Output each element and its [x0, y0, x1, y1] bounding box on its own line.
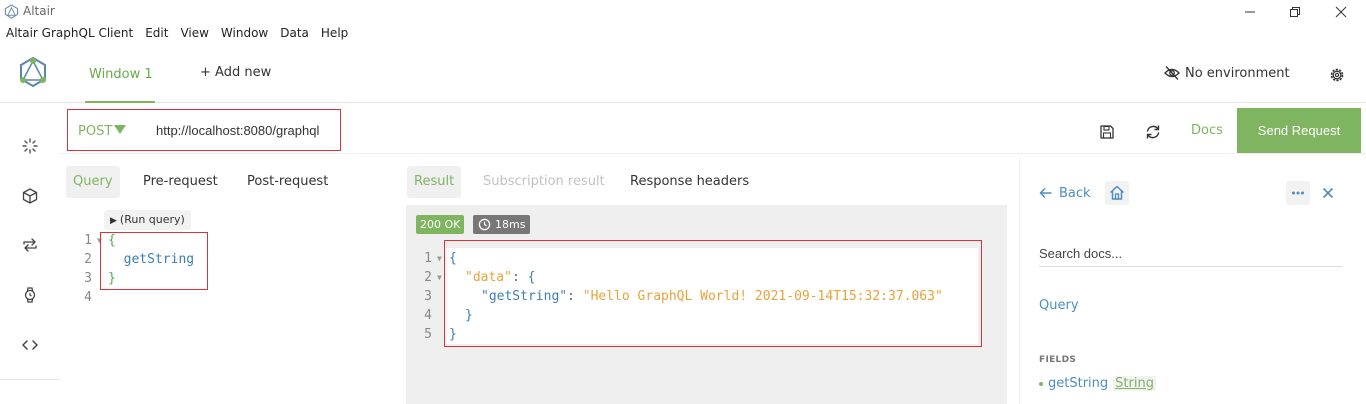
left-sidebar	[0, 104, 60, 380]
field-name-link[interactable]: getString	[1048, 376, 1108, 391]
line-number: 3	[424, 289, 432, 304]
restore-icon	[1290, 6, 1300, 17]
send-request-button[interactable]: Send Request	[1237, 108, 1361, 153]
add-window-button[interactable]: + Add new	[200, 65, 271, 80]
docs-close-button[interactable]	[1316, 181, 1340, 205]
repeat-icon[interactable]	[21, 236, 39, 254]
menu-window[interactable]: Window	[215, 23, 274, 43]
field-type-link[interactable]: String	[1113, 376, 1156, 391]
line-number: 2	[84, 252, 92, 267]
docs-button[interactable]: Docs	[1191, 123, 1223, 138]
environment-selector[interactable]: No environment	[1163, 64, 1290, 82]
menu-edit[interactable]: Edit	[139, 23, 174, 43]
highlight-box-result	[444, 240, 982, 347]
menu-bar: Altair GraphQL Client Edit View Window D…	[0, 23, 354, 43]
eye-slash-icon	[1164, 66, 1180, 80]
home-icon	[1109, 185, 1125, 200]
line-number: 4	[424, 308, 432, 323]
minimize-icon	[1245, 11, 1255, 12]
tab-subscription-result: Subscription result	[483, 174, 605, 189]
line-number: 2	[424, 270, 432, 285]
clock-icon	[478, 218, 491, 231]
app-header: Window 1 + Add new No environment	[0, 47, 1366, 103]
altair-logo-icon	[20, 56, 46, 88]
active-tab-indicator	[85, 101, 155, 103]
tab-post-request[interactable]: Post-request	[240, 166, 335, 198]
box-icon[interactable]	[21, 187, 39, 205]
line-number: 3	[84, 271, 92, 286]
play-icon: ▶	[110, 216, 117, 226]
refresh-icon[interactable]	[1144, 123, 1162, 141]
line-number: 1	[424, 251, 432, 266]
menu-altair[interactable]: Altair GraphQL Client	[0, 23, 139, 43]
window-tab[interactable]: Window 1	[85, 47, 155, 103]
tab-response-headers[interactable]: Response headers	[623, 166, 756, 198]
docs-back-button[interactable]: Back	[1039, 181, 1091, 205]
menu-data[interactable]: Data	[274, 23, 315, 43]
close-window-button[interactable]	[1318, 0, 1364, 23]
run-query-button[interactable]: ▶ (Run query)	[104, 210, 191, 230]
back-label: Back	[1059, 185, 1091, 201]
watch-icon[interactable]	[21, 286, 39, 304]
window-tab-label: Window 1	[89, 67, 153, 82]
highlight-box-query	[100, 232, 208, 290]
docs-root-type-link[interactable]: Query	[1039, 298, 1079, 313]
highlight-box-url	[67, 109, 341, 151]
tab-query[interactable]: Query	[66, 166, 120, 198]
docs-search-input[interactable]	[1039, 241, 1342, 267]
fold-arrow-icon[interactable]: ▼	[437, 268, 442, 287]
bullet-icon	[1039, 381, 1043, 386]
close-icon	[1322, 187, 1334, 199]
line-number: 1	[84, 233, 92, 248]
fold-arrow-icon[interactable]: ▼	[437, 249, 442, 268]
title-bar: Altair	[0, 0, 1366, 23]
tab-pre-request[interactable]: Pre-request	[136, 166, 225, 198]
arrow-left-icon	[1039, 187, 1052, 199]
more-horizontal-icon	[1292, 191, 1304, 195]
environment-label: No environment	[1185, 65, 1290, 81]
status-badge: 200 OK	[416, 215, 465, 234]
menu-view[interactable]: View	[174, 23, 214, 43]
loading-spinner-icon[interactable]	[21, 137, 39, 155]
docs-home-button[interactable]	[1105, 181, 1129, 205]
run-query-label: (Run query)	[119, 213, 185, 226]
docs-more-button[interactable]	[1286, 181, 1310, 205]
response-time-badge: 18ms	[473, 215, 531, 234]
menu-help[interactable]: Help	[315, 23, 354, 43]
gear-icon[interactable]	[1328, 66, 1346, 84]
docs-field-item: getString String	[1039, 376, 1156, 391]
tab-result[interactable]: Result	[407, 166, 462, 198]
request-bar: POST Docs Send Request	[60, 104, 1366, 154]
line-number: 5	[424, 327, 432, 342]
close-icon	[1335, 6, 1347, 17]
line-number: 4	[84, 290, 92, 305]
response-time-label: 18ms	[495, 218, 526, 231]
save-icon[interactable]	[1098, 123, 1116, 141]
restore-button[interactable]	[1272, 0, 1318, 23]
minimize-button[interactable]	[1227, 0, 1273, 23]
altair-app-icon	[4, 4, 19, 19]
window-title: Altair	[23, 4, 55, 18]
fields-heading: FIELDS	[1039, 355, 1077, 365]
code-icon[interactable]	[21, 336, 39, 354]
